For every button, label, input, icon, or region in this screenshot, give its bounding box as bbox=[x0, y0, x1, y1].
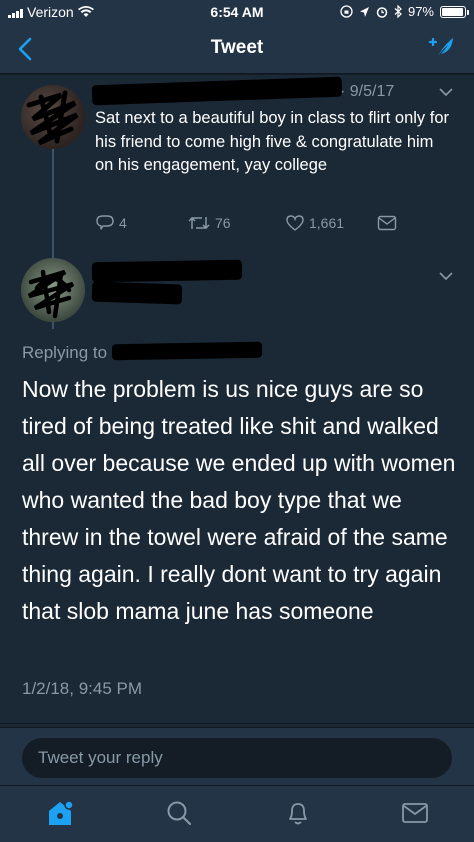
search-icon[interactable] bbox=[164, 798, 194, 828]
retweet-icon bbox=[188, 216, 210, 230]
bell-icon[interactable] bbox=[283, 798, 313, 828]
battery-icon bbox=[440, 5, 469, 18]
tweet-text: Sat next to a beautiful boy in class to … bbox=[95, 109, 450, 174]
nav-bar: Tweet bbox=[0, 24, 474, 74]
chevron-down-icon[interactable] bbox=[438, 271, 454, 281]
tweet-timestamp: 1/2/18, 9:45 PM bbox=[22, 679, 143, 698]
reply-count: 4 bbox=[119, 215, 127, 231]
username-redaction bbox=[91, 76, 343, 106]
compose-tweet-icon[interactable] bbox=[426, 34, 456, 64]
display-name-redaction bbox=[91, 259, 243, 283]
like-button[interactable]: 1,661 bbox=[285, 213, 344, 233]
page-title: Tweet bbox=[210, 37, 264, 58]
reply-button[interactable]: 4 bbox=[95, 213, 127, 233]
direct-message-button[interactable] bbox=[377, 214, 397, 232]
tweet-date: · 9/5/17 bbox=[340, 83, 395, 100]
location-icon bbox=[359, 6, 369, 17]
alarm-icon bbox=[376, 6, 388, 18]
lock-rotation-icon bbox=[340, 5, 353, 18]
status-bar: Verizon 6:54 AM 97% bbox=[0, 0, 474, 24]
handle-redaction bbox=[91, 281, 183, 305]
tab-bar bbox=[0, 785, 474, 842]
mention-redaction bbox=[111, 341, 263, 361]
reply-icon bbox=[96, 215, 114, 230]
reply-bar: Tweet your reply bbox=[0, 727, 474, 785]
replying-to-label: Replying to bbox=[22, 343, 108, 362]
like-count: 1,661 bbox=[309, 215, 345, 231]
tweet-text: Now the problem is us nice guys are so t… bbox=[22, 376, 456, 624]
tweet-actions: 4 76 1,661 bbox=[95, 213, 415, 235]
battery-percent: 97% bbox=[407, 4, 434, 19]
retweet-button[interactable]: 76 bbox=[187, 213, 231, 233]
tweet-detail: · 9/5/17 Sat next to a beautiful boy in … bbox=[0, 75, 474, 727]
retweet-count: 76 bbox=[215, 215, 231, 231]
replying-to: Replying to bbox=[22, 343, 107, 363]
divider bbox=[0, 723, 474, 724]
mail-icon bbox=[377, 215, 397, 231]
avatar[interactable] bbox=[21, 85, 85, 149]
avatar[interactable] bbox=[21, 258, 85, 322]
mail-icon[interactable] bbox=[400, 798, 430, 828]
bluetooth-icon bbox=[394, 5, 402, 18]
home-icon[interactable] bbox=[45, 798, 75, 828]
chevron-down-icon[interactable] bbox=[438, 87, 454, 97]
status-icons: 97% bbox=[340, 4, 469, 19]
heart-icon bbox=[286, 215, 304, 231]
scribble-redaction bbox=[26, 90, 79, 146]
reply-input[interactable]: Tweet your reply bbox=[22, 738, 452, 778]
scribble-redaction bbox=[27, 269, 75, 319]
